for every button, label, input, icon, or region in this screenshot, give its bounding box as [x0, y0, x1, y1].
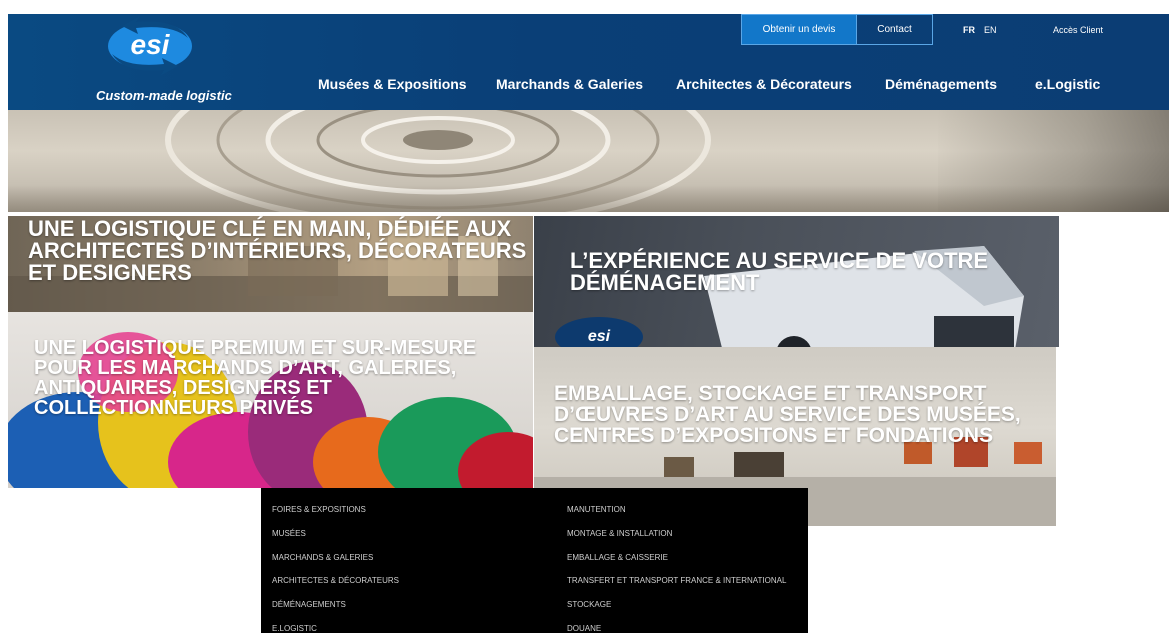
footer-link-montage[interactable]: MONTAGE & INSTALLATION [567, 522, 786, 546]
footer-link-architectes[interactable]: ARCHITECTES & DÉCORATEURS [272, 569, 399, 593]
contact-button[interactable]: Contact [856, 14, 933, 45]
footer-link-musees[interactable]: MUSÉES [272, 522, 399, 546]
footer-link-marchands[interactable]: MARCHANDS & GALERIES [272, 546, 399, 570]
tile-moving[interactable]: esi L’expérience au service de votre dém… [534, 216, 1059, 347]
footer-link-manutention[interactable]: MANUTENTION [567, 498, 786, 522]
footer-menu-services: MANUTENTION MONTAGE & INSTALLATION EMBAL… [567, 498, 786, 633]
truck-logo-icon: esi [555, 317, 643, 347]
footer-link-douane[interactable]: DOUANE [567, 617, 786, 633]
lang-fr-link[interactable]: FR [963, 25, 975, 35]
page: esi Custom-made logistic Obtenir un devi… [0, 0, 1169, 633]
nav-item-architectes[interactable]: Architectes & Décorateurs [676, 76, 852, 92]
site-header: esi Custom-made logistic Obtenir un devi… [8, 14, 1169, 110]
nav-item-marchands[interactable]: Marchands & Galeries [496, 76, 643, 92]
tile-architects-title: Une logistique clé en main, dédiée aux a… [28, 216, 527, 285]
main-nav: Musées & Expositions Marchands & Galerie… [8, 76, 1169, 96]
lang-en-link[interactable]: EN [984, 25, 997, 35]
footer-link-transfert[interactable]: TRANSFERT ET TRANSPORT FRANCE & INTERNAT… [567, 569, 786, 593]
quote-button[interactable]: Obtenir un devis [741, 14, 857, 45]
client-access-link[interactable]: Accès Client [1053, 14, 1103, 45]
tile-architects[interactable]: Une logistique clé en main, dédiée aux a… [8, 216, 533, 312]
footer-link-demenagements[interactable]: DÉMÉNAGEMENTS [272, 593, 399, 617]
nav-item-demenagements[interactable]: Déménagements [885, 76, 997, 92]
footer-menu: FOIRES & EXPOSITIONS MUSÉES MARCHANDS & … [261, 488, 808, 633]
truck-logo-text: esi [588, 328, 611, 345]
nav-item-elogistic[interactable]: e.Logistic [1035, 76, 1100, 92]
tile-museums-title: Emballage, stockage et transport d’œuvre… [554, 382, 1021, 447]
logo-text: esi [131, 29, 171, 60]
footer-link-emballage[interactable]: EMBALLAGE & CAISSERIE [567, 546, 786, 570]
hero-window-shade [938, 110, 1169, 212]
footer-menu-sectors: FOIRES & EXPOSITIONS MUSÉES MARCHANDS & … [272, 498, 399, 633]
tile-dealers-title: Une logistique premium et sur-mesure pou… [34, 337, 477, 419]
tile-dealers[interactable]: Une logistique premium et sur-mesure pou… [8, 312, 533, 488]
footer-link-stockage[interactable]: STOCKAGE [567, 593, 786, 617]
esi-logo-icon: esi [108, 16, 192, 76]
footer-link-elogistic[interactable]: E.LOGISTIC [272, 617, 399, 633]
nav-item-musees[interactable]: Musées & Expositions [318, 76, 467, 92]
hero-banner [8, 110, 1169, 212]
tile-moving-title: L’expérience au service de votre déménag… [570, 248, 989, 295]
language-switcher: FR EN [963, 14, 997, 45]
footer-link-foires[interactable]: FOIRES & EXPOSITIONS [272, 498, 399, 522]
